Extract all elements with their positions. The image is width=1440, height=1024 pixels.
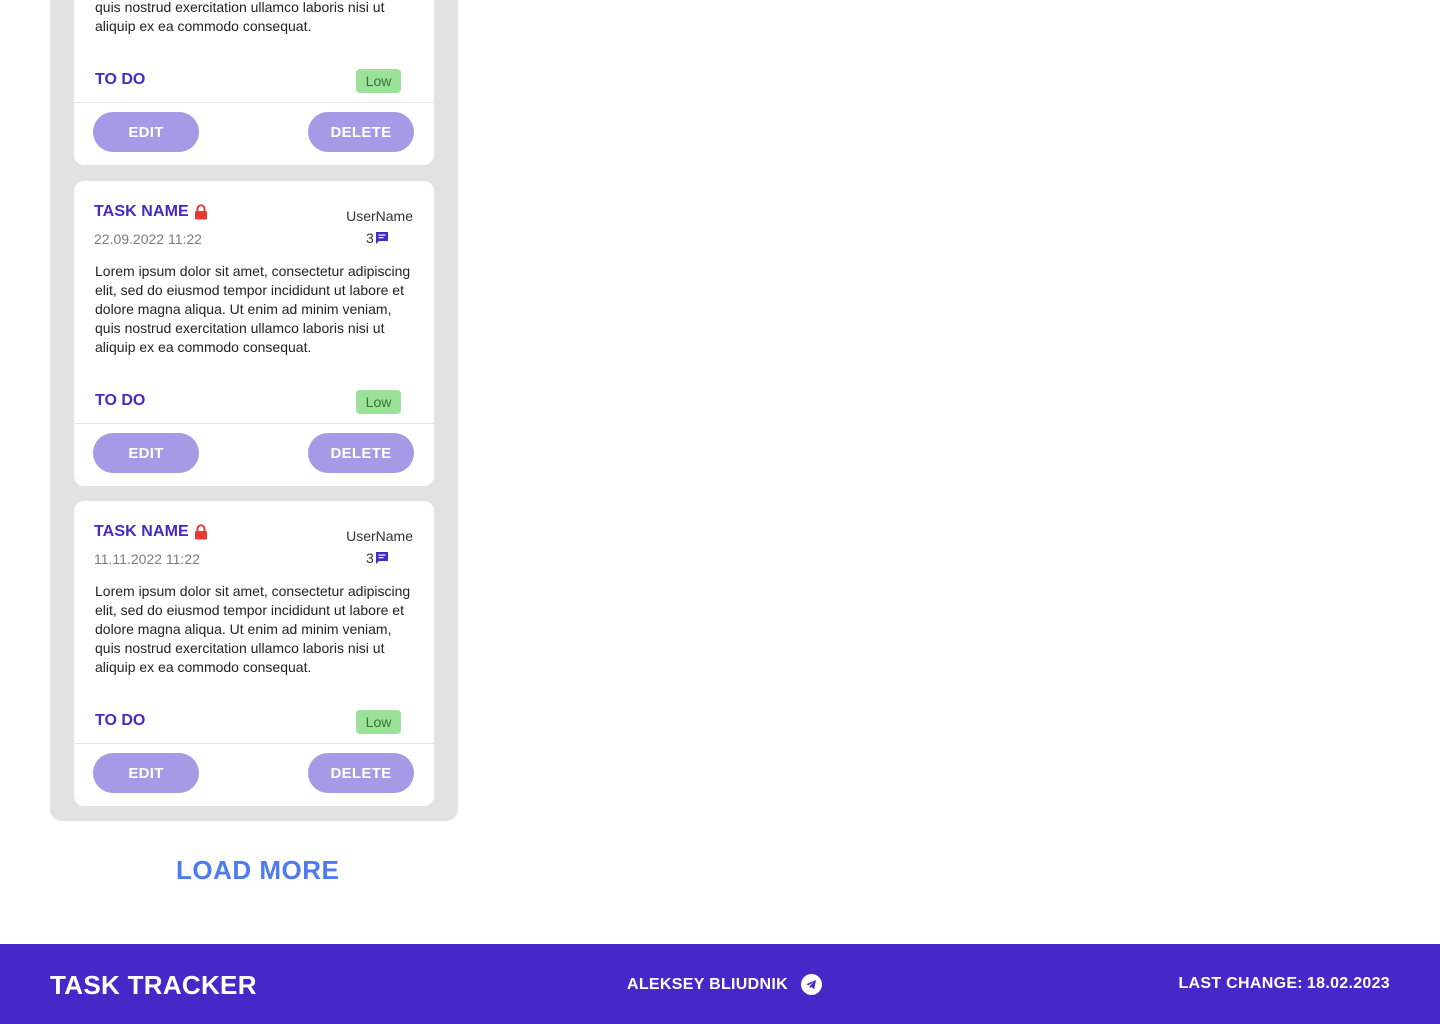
task-description: Lorem ipsum dolor sit amet, consectetur … (95, 583, 411, 675)
task-description: Lorem ipsum dolor sit amet, consectetur … (95, 263, 411, 355)
task-date: 11.11.2022 11:22 (94, 551, 200, 567)
lock-icon (194, 204, 208, 220)
author-name: ALEKSEY BLIUDNIK (627, 975, 788, 993)
lock-icon (194, 524, 208, 540)
task-card: TASK NAME 22.09.2022 11:22 UserName 3 Lo… (74, 181, 434, 486)
priority-badge: Low (356, 390, 401, 414)
footer-brand: TASK TRACKER (50, 970, 257, 1000)
footer-author: ALEKSEY BLIUDNIK (627, 974, 822, 995)
task-user: UserName (346, 528, 413, 544)
footer: TASK TRACKER ALEKSEY BLIUDNIK LAST CHANG… (0, 944, 1440, 1024)
last-change-date: 18.02.2023 (1306, 975, 1390, 992)
task-title[interactable]: TASK NAME (94, 203, 208, 221)
edit-button[interactable]: EDIT (93, 753, 199, 793)
card-divider (74, 102, 434, 103)
comment-count[interactable]: 3 (366, 230, 389, 246)
edit-button[interactable]: EDIT (93, 112, 199, 152)
last-change: LAST CHANGE: 18.02.2023 (1178, 975, 1390, 993)
delete-button[interactable]: DELETE (308, 753, 414, 793)
task-date: 22.09.2022 11:22 (94, 231, 202, 247)
task-status: TO DO (95, 71, 146, 88)
priority-badge: Low (356, 69, 401, 93)
comment-count-value: 3 (366, 550, 374, 566)
card-divider (74, 743, 434, 744)
load-more-link[interactable]: LOAD MORE (176, 855, 339, 886)
task-card: TASK NAME 11.11.2022 11:22 UserName 3 Lo… (74, 501, 434, 806)
comment-icon (375, 551, 389, 565)
task-title[interactable]: TASK NAME (94, 523, 208, 541)
edit-button[interactable]: EDIT (93, 433, 199, 473)
task-status: TO DO (95, 712, 146, 729)
priority-badge: Low (356, 710, 401, 734)
card-divider (74, 423, 434, 424)
comment-count[interactable]: 3 (366, 550, 389, 566)
last-change-label: LAST CHANGE: (1178, 975, 1303, 992)
telegram-icon[interactable] (800, 974, 822, 995)
task-title-label: TASK NAME (94, 203, 189, 220)
task-status: TO DO (95, 392, 146, 409)
delete-button[interactable]: DELETE (308, 112, 414, 152)
comment-icon (375, 231, 389, 245)
comment-count-value: 3 (366, 230, 374, 246)
delete-button[interactable]: DELETE (308, 433, 414, 473)
task-title-label: TASK NAME (94, 523, 189, 540)
task-user: UserName (346, 208, 413, 224)
task-card: Lorem ipsum dolor sit amet, consectetur … (74, 0, 434, 165)
task-description: Lorem ipsum dolor sit amet, consectetur … (95, 0, 385, 34)
